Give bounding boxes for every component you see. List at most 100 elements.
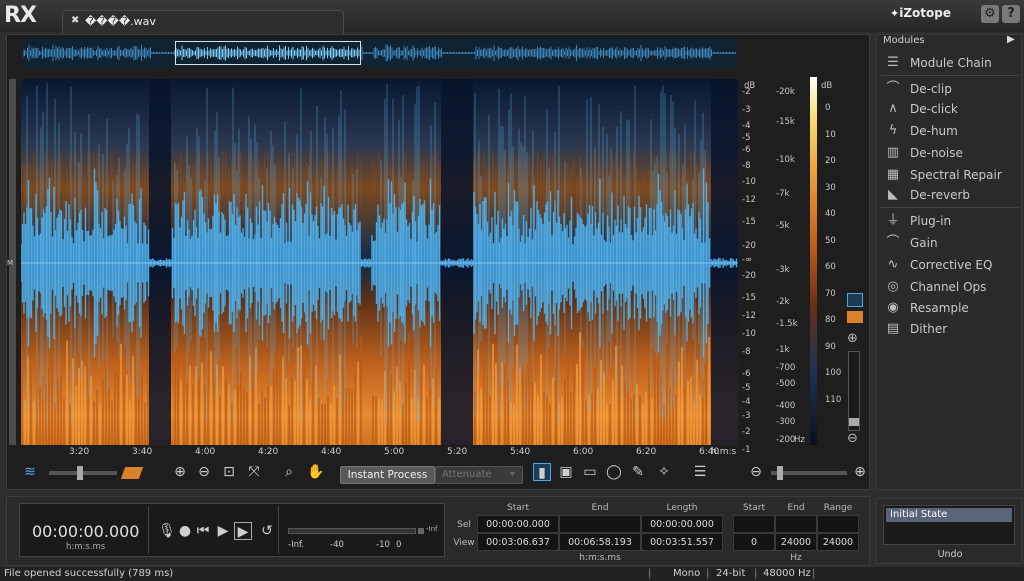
spectral-streak xyxy=(240,151,242,202)
freq-end-field[interactable]: 24000 xyxy=(775,533,817,551)
play-arrow-icon[interactable]: ▶ xyxy=(1007,34,1015,45)
loop-icon[interactable]: ↺ xyxy=(258,522,276,540)
db-tick-label: -6 xyxy=(742,369,751,379)
harmonic-tool-icon[interactable]: ☰ xyxy=(691,463,709,481)
undo-history-item[interactable]: Initial State xyxy=(886,508,1012,522)
spectral-streak xyxy=(225,378,227,445)
module-spectral-repair[interactable]: ▦ Spectral Repair xyxy=(881,165,1019,185)
freq-sel-range[interactable] xyxy=(817,515,859,533)
zoom-out-icon[interactable]: ⊖ xyxy=(195,463,213,481)
module-de-reverb[interactable]: ◣ De-reverb xyxy=(881,185,1019,205)
view-start-field[interactable]: 00:03:06.637 xyxy=(477,533,559,551)
help-button[interactable]: ? xyxy=(1002,5,1020,23)
attenuate-select[interactable]: Attenuate ▾ xyxy=(435,466,523,484)
spectral-streak xyxy=(420,370,422,445)
freq-start-field[interactable]: 0 xyxy=(733,533,775,551)
file-tab[interactable]: ✖ ����.wav xyxy=(62,10,344,34)
zoom-selection-icon[interactable]: ⊡ xyxy=(220,463,238,481)
module-de-clip[interactable]: ⌒ De-clip xyxy=(881,79,1019,99)
horizontal-zoom-handle[interactable] xyxy=(777,466,783,480)
hand-icon[interactable]: ✋ xyxy=(307,463,325,481)
horizontal-zoom-out-icon[interactable]: ⊖ xyxy=(747,463,765,481)
brush-tool-icon[interactable]: ✎ xyxy=(629,463,647,481)
gear-icon[interactable]: ⚙ xyxy=(981,5,999,23)
close-icon[interactable]: ✖ xyxy=(71,15,79,26)
spectrogram-view[interactable] xyxy=(21,79,738,445)
module-resample[interactable]: ◉ Resample xyxy=(881,298,1019,318)
hz-tick-label: -10k xyxy=(776,155,795,165)
spectral-streak xyxy=(129,400,131,445)
dehum-icon: ϟ xyxy=(888,123,898,138)
sel-start-field[interactable]: 00:00:00.000 xyxy=(477,515,559,533)
vertical-scrollbar[interactable]: M xyxy=(7,79,16,445)
db-tick-label: -2 xyxy=(742,427,751,437)
declip-icon: ⌒ xyxy=(886,81,900,96)
time-selection-tool-icon[interactable]: ▮ xyxy=(533,463,551,481)
spectral-streak xyxy=(681,347,683,445)
modules-panel: Modules ▶ ☰ Module Chain ⌒ De-clip ∧ De-click… xyxy=(876,34,1022,490)
view-row-label: View xyxy=(453,538,475,548)
spectral-streak xyxy=(147,364,149,445)
timeline-tick-label: 5:00 xyxy=(384,447,405,457)
freq-selection-tool-icon[interactable]: ▭ xyxy=(581,463,599,481)
spectral-streak xyxy=(63,174,65,223)
spectral-streak xyxy=(486,369,488,445)
sel-end-field[interactable] xyxy=(559,515,641,533)
magnify-icon[interactable]: ⌕ xyxy=(280,463,298,481)
module-de-noise[interactable]: ▥ De-noise xyxy=(881,143,1019,163)
horizontal-zoom-in-icon[interactable]: ⊕ xyxy=(851,463,869,481)
play-icon[interactable]: ▶ xyxy=(214,522,232,540)
vertical-zoom-slider[interactable] xyxy=(848,351,860,431)
freq-range-field[interactable]: 24000 xyxy=(817,533,859,551)
spectral-streak xyxy=(567,354,569,445)
module-gain[interactable]: ⌒ Gain xyxy=(881,233,1019,253)
zoom-out-icon[interactable]: ⊖ xyxy=(847,431,858,446)
module-de-click[interactable]: ∧ De-click xyxy=(881,99,1019,119)
module-corrective-eq[interactable]: ∿ Corrective EQ xyxy=(881,255,1019,275)
spectral-streak xyxy=(537,150,539,209)
spectral-streak xyxy=(375,163,377,194)
spectrogram-blend-slider[interactable] xyxy=(49,466,117,480)
overview-view-range[interactable] xyxy=(175,41,361,65)
spectral-streak xyxy=(360,335,362,445)
spectral-streak xyxy=(96,389,98,445)
vertical-zoom-handle[interactable] xyxy=(849,418,859,426)
horizontal-zoom-slider[interactable] xyxy=(771,466,847,480)
spectral-streak xyxy=(432,378,434,445)
waveform-toggle-icon[interactable] xyxy=(847,293,863,307)
freq-sel-start[interactable] xyxy=(733,515,775,533)
microphone-icon[interactable]: 🎙 xyxy=(158,522,176,540)
zoom-in-icon[interactable]: ⊕ xyxy=(847,331,858,346)
module-de-hum[interactable]: ϟ De-hum xyxy=(881,121,1019,141)
view-end-field[interactable]: 00:06:58.193 xyxy=(559,533,641,551)
instant-process-button[interactable]: Instant Process xyxy=(340,466,435,484)
overview-waveform xyxy=(23,44,736,62)
skip-back-icon[interactable]: ⏮ xyxy=(194,522,212,540)
record-icon[interactable]: ● xyxy=(176,522,194,540)
module-dither[interactable]: ▤ Dither xyxy=(881,319,1019,339)
module-plug-in[interactable]: ⏚ Plug-in xyxy=(881,211,1019,231)
lasso-tool-icon[interactable]: ◯ xyxy=(605,463,623,481)
db-tick-label: -20 xyxy=(742,241,756,251)
module-module-chain[interactable]: ☰ Module Chain xyxy=(881,53,1019,73)
module-channel-ops[interactable]: ◎ Channel Ops xyxy=(881,277,1019,297)
waveform-overview[interactable] xyxy=(23,39,737,67)
spectral-streak xyxy=(279,161,281,205)
view-length-field[interactable]: 00:03:51.557 xyxy=(641,533,723,551)
spectrogram-view-icon[interactable] xyxy=(120,467,144,479)
freq-sel-end[interactable] xyxy=(775,515,817,533)
zoom-in-icon[interactable]: ⊕ xyxy=(171,463,189,481)
blend-slider-handle[interactable] xyxy=(77,466,83,480)
play-selection-icon[interactable]: ▶ xyxy=(234,522,252,540)
meter-tick-label: -Inf. xyxy=(288,540,305,550)
waveform-view-icon[interactable]: ≋ xyxy=(21,463,39,481)
rect-selection-tool-icon[interactable]: ▣ xyxy=(557,463,575,481)
spectral-streak xyxy=(351,389,353,445)
zoom-fit-icon[interactable]: ⤧ xyxy=(245,463,263,481)
magic-wand-icon[interactable]: ✧ xyxy=(655,463,673,481)
spectral-streak xyxy=(189,365,191,445)
sel-length-field[interactable]: 00:00:00.000 xyxy=(641,515,723,533)
color-tick-label: 0 xyxy=(825,103,831,113)
spectrogram-toggle-icon[interactable] xyxy=(847,311,863,323)
spectral-streak xyxy=(321,404,323,445)
